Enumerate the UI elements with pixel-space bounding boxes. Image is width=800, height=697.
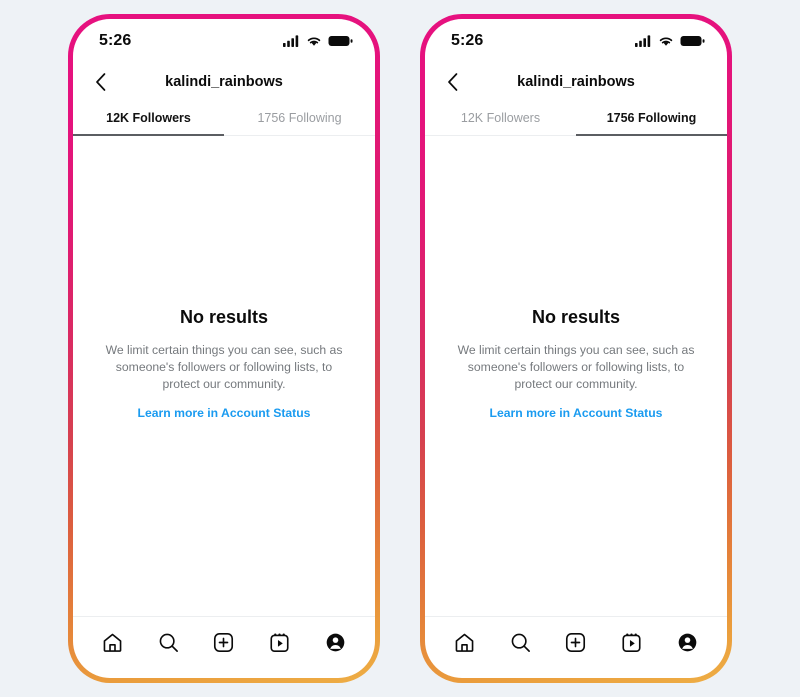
back-button[interactable] [87, 69, 113, 95]
search-icon [511, 633, 530, 652]
status-time: 5:26 [99, 32, 132, 49]
reels-icon [622, 633, 641, 653]
account-status-link[interactable]: Learn more in Account Status [138, 406, 311, 420]
add-post-icon [214, 632, 234, 653]
tab-bar: 12K Followers 1756 Following [73, 101, 375, 136]
battery-icon [328, 36, 353, 46]
page-title: kalindi_rainbows [517, 74, 635, 90]
tab-bar: 12K Followers 1756 Following [425, 101, 727, 136]
tab-following[interactable]: 1756 Following [224, 101, 375, 135]
empty-state-body: We limit certain things you can see, suc… [457, 343, 695, 391]
signal-icon [635, 35, 651, 47]
empty-state-title: No results [531, 307, 621, 327]
reels-icon [270, 633, 289, 653]
nav-profile[interactable] [318, 626, 352, 660]
profile-icon [678, 633, 696, 652]
phone-mockup-followers: 5:26 kalindi_rainbows 12K Followers 1756… [68, 14, 380, 683]
empty-state-title: No results [179, 307, 269, 327]
status-icons [635, 35, 705, 47]
bottom-navigation [73, 616, 375, 678]
tab-followers[interactable]: 12K Followers [425, 101, 576, 135]
home-icon [455, 633, 474, 652]
home-icon [103, 633, 122, 652]
phone-mockup-following: 5:26 kalindi_rainbows 12K Followers 1756… [420, 14, 732, 683]
wifi-icon [659, 37, 673, 46]
screenshot-canvas: 5:26 kalindi_rainbows 12K Followers 1756… [0, 0, 800, 697]
screen-header: kalindi_rainbows [73, 63, 375, 101]
phone-screen: 5:26 kalindi_rainbows 12K Followers 1756… [425, 19, 727, 678]
battery-icon [680, 36, 705, 46]
tab-followers[interactable]: 12K Followers [73, 101, 224, 136]
wifi-icon [307, 37, 321, 46]
back-button[interactable] [439, 69, 465, 95]
bottom-navigation [425, 616, 727, 678]
signal-icon [283, 35, 299, 47]
empty-state: No results We limit certain things you c… [73, 136, 375, 616]
status-icons [283, 35, 353, 47]
nav-reels[interactable] [615, 626, 649, 660]
status-time: 5:26 [451, 32, 484, 49]
empty-state: No results We limit certain things you c… [425, 136, 727, 616]
status-bar: 5:26 [425, 19, 727, 63]
profile-icon [326, 633, 344, 652]
screen-header: kalindi_rainbows [425, 63, 727, 101]
nav-add-post[interactable] [207, 626, 241, 660]
empty-state-body: We limit certain things you can see, suc… [105, 343, 343, 391]
nav-reels[interactable] [263, 626, 297, 660]
add-post-icon [566, 632, 586, 653]
chevron-left-icon [95, 73, 105, 91]
status-bar: 5:26 [73, 19, 375, 63]
nav-add-post[interactable] [559, 626, 593, 660]
nav-home[interactable] [448, 626, 482, 660]
nav-profile[interactable] [670, 626, 704, 660]
nav-home[interactable] [96, 626, 130, 660]
search-icon [159, 633, 178, 652]
page-title: kalindi_rainbows [165, 74, 283, 90]
nav-search[interactable] [503, 626, 537, 660]
phone-screen: 5:26 kalindi_rainbows 12K Followers 1756… [73, 19, 375, 678]
chevron-left-icon [447, 73, 457, 91]
account-status-link[interactable]: Learn more in Account Status [490, 406, 663, 420]
tab-following[interactable]: 1756 Following [576, 101, 727, 136]
nav-search[interactable] [151, 626, 185, 660]
